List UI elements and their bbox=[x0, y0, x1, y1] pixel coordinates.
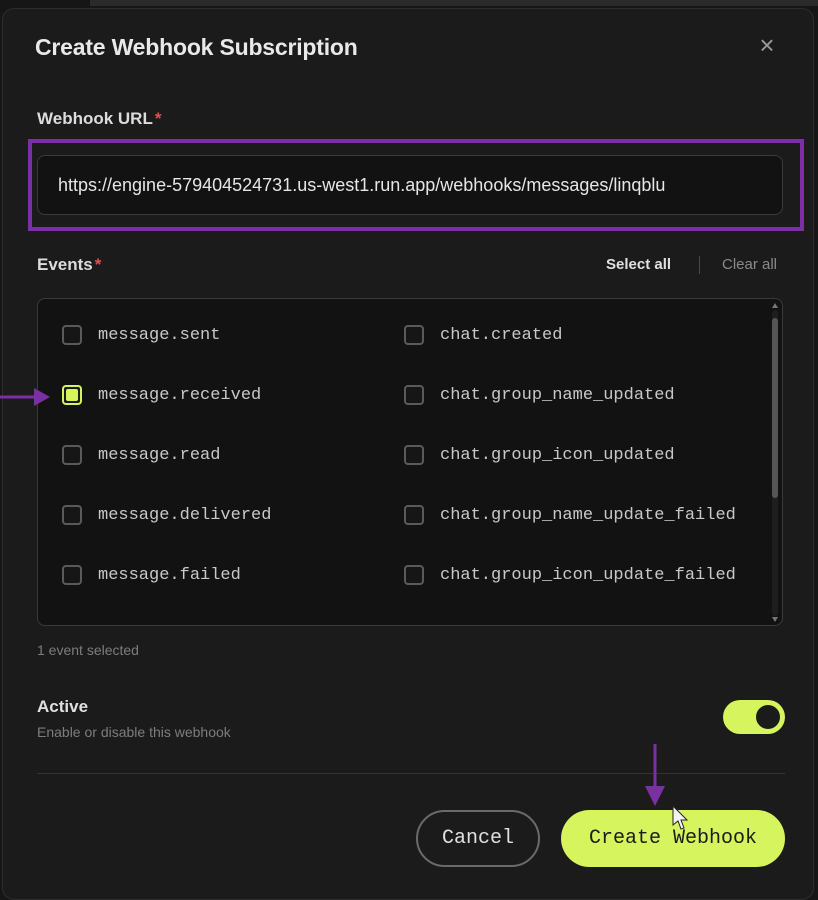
event-item-chat-group-icon-update-failed[interactable]: chat.group_icon_update_failed bbox=[404, 565, 736, 585]
event-label: chat.created bbox=[440, 325, 563, 345]
required-mark: * bbox=[94, 255, 102, 274]
event-item-message-delivered[interactable]: message.delivered bbox=[62, 505, 271, 525]
event-label: chat.group_name_update_failed bbox=[440, 505, 736, 525]
event-item-chat-created[interactable]: chat.created bbox=[404, 325, 562, 345]
events-label: Events * bbox=[37, 255, 101, 275]
event-label: chat.group_name_updated bbox=[440, 385, 675, 405]
mouse-cursor-icon bbox=[672, 805, 689, 830]
webhook-url-input[interactable] bbox=[37, 155, 783, 215]
select-all-button[interactable]: Select all bbox=[606, 256, 671, 273]
dialog-title: Create Webhook Subscription bbox=[35, 34, 358, 60]
scroll-up-icon[interactable] bbox=[772, 303, 778, 308]
scrollbar-thumb[interactable] bbox=[772, 318, 778, 498]
event-item-chat-group-name-updated[interactable]: chat.group_name_updated bbox=[404, 385, 675, 405]
required-mark: * bbox=[154, 109, 162, 128]
event-item-chat-group-name-update-failed[interactable]: chat.group_name_update_failed bbox=[404, 505, 736, 525]
events-label-text: Events bbox=[37, 255, 93, 274]
checkbox[interactable] bbox=[404, 325, 424, 345]
event-item-message-read[interactable]: message.read bbox=[62, 445, 220, 465]
checkbox-checked[interactable] bbox=[62, 385, 82, 405]
event-label: chat.group_icon_updated bbox=[440, 445, 675, 465]
event-label: message.failed bbox=[98, 565, 241, 585]
event-item-chat-group-icon-updated[interactable]: chat.group_icon_updated bbox=[404, 445, 675, 465]
event-label: message.delivered bbox=[98, 505, 272, 525]
active-label: Active bbox=[37, 697, 89, 716]
annotation-arrow-down-icon bbox=[645, 744, 665, 806]
checkbox[interactable] bbox=[62, 565, 82, 585]
clear-all-button[interactable]: Clear all bbox=[722, 256, 777, 273]
divider bbox=[699, 256, 700, 274]
events-scrollbar[interactable] bbox=[772, 310, 778, 616]
checkbox[interactable] bbox=[62, 325, 82, 345]
webhook-url-label: Webhook URL * bbox=[37, 109, 161, 129]
event-item-message-sent[interactable]: message.sent bbox=[62, 325, 220, 345]
checkbox[interactable] bbox=[404, 445, 424, 465]
checkbox[interactable] bbox=[62, 505, 82, 525]
checkbox[interactable] bbox=[404, 385, 424, 405]
active-toggle[interactable] bbox=[723, 700, 785, 734]
checkbox[interactable] bbox=[404, 565, 424, 585]
event-label: chat.group_icon_update_failed bbox=[440, 565, 736, 585]
selected-count: 1 event selected bbox=[37, 642, 139, 658]
event-label: message.read bbox=[98, 445, 221, 465]
event-label: message.sent bbox=[98, 325, 221, 345]
footer-divider bbox=[37, 773, 785, 774]
active-description: Enable or disable this webhook bbox=[37, 724, 231, 740]
toggle-knob bbox=[756, 705, 780, 729]
cancel-button[interactable]: Cancel bbox=[416, 810, 540, 867]
close-button[interactable]: × bbox=[752, 30, 782, 60]
annotation-arrow-right-icon bbox=[0, 388, 50, 406]
background-page-strip bbox=[90, 0, 818, 6]
event-item-message-received[interactable]: message.received bbox=[62, 385, 261, 405]
event-label: message.received bbox=[98, 385, 262, 405]
scroll-down-icon[interactable] bbox=[772, 617, 778, 622]
close-icon: × bbox=[759, 29, 775, 60]
checkbox[interactable] bbox=[404, 505, 424, 525]
webhook-url-label-text: Webhook URL bbox=[37, 109, 153, 128]
events-list: message.sent chat.created message.receiv… bbox=[37, 298, 783, 626]
event-item-message-failed[interactable]: message.failed bbox=[62, 565, 241, 585]
checkbox[interactable] bbox=[62, 445, 82, 465]
